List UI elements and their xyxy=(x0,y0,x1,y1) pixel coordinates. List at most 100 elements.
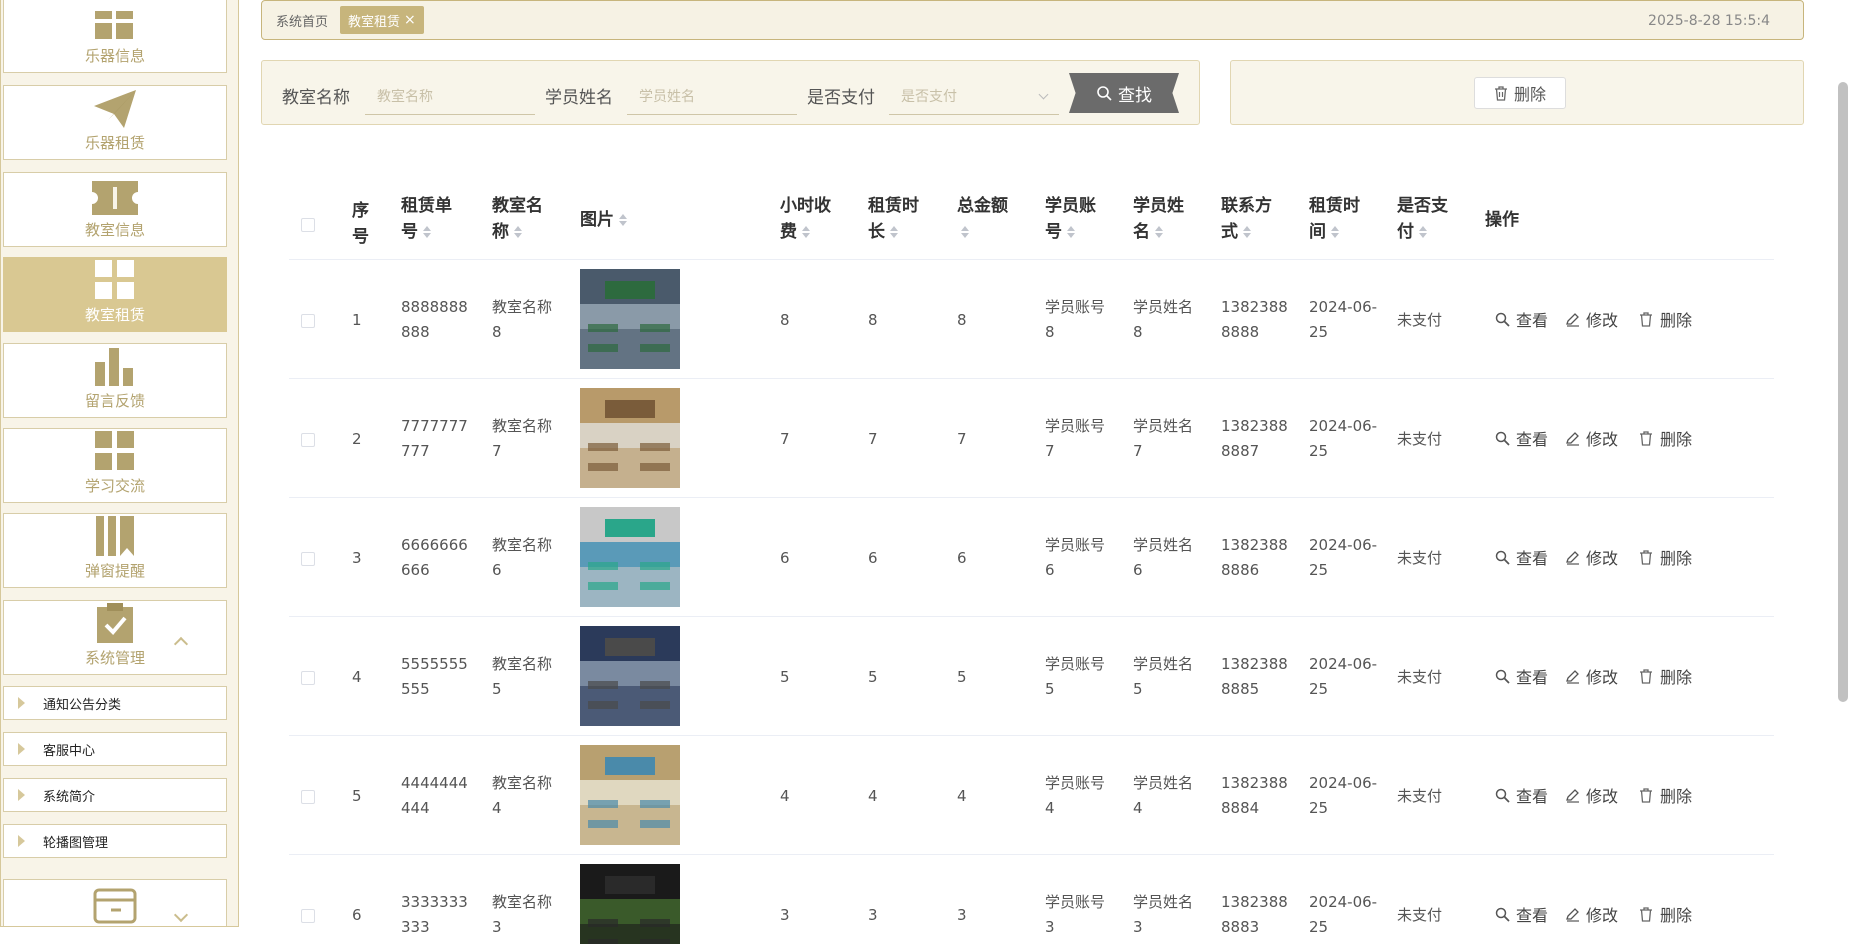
cell-time: 2024-06- 25 xyxy=(1309,774,1378,817)
student-name-input[interactable]: 学员姓名 xyxy=(627,79,797,115)
cell-total: 4 xyxy=(957,787,967,805)
room-name-input[interactable]: 教室名称 xyxy=(365,79,535,115)
chevron-down-icon[interactable] xyxy=(173,907,189,923)
table-row: 3 6666666 666 教室名称 6 6 6 6 学员账号 6 学员姓名 6 1382388 8886… xyxy=(289,499,1774,617)
sidebar-item-system-management[interactable]: 系统管理 xyxy=(3,600,227,675)
row-checkbox[interactable] xyxy=(301,671,315,685)
tab-label: 教室租赁 xyxy=(348,14,401,30)
sidebar-item-classroom-info[interactable]: 教室信息 xyxy=(3,172,227,247)
caret-right-icon xyxy=(18,743,25,755)
view-button[interactable]: 查看 xyxy=(1495,902,1548,926)
sort-icon xyxy=(890,226,898,238)
view-label: 查看 xyxy=(1516,668,1549,687)
delete-button[interactable]: 删除 xyxy=(1639,545,1692,569)
cell-index: 4 xyxy=(352,668,362,686)
header-phone[interactable]: 联系方式 xyxy=(1221,193,1272,245)
paper-plane-icon xyxy=(94,90,136,128)
chevron-up-icon[interactable] xyxy=(173,636,189,652)
edit-button[interactable]: 修改 xyxy=(1565,902,1618,926)
classroom-image xyxy=(580,626,680,726)
search-icon xyxy=(1495,550,1510,565)
delete-button[interactable]: 删除 xyxy=(1639,902,1692,926)
edit-icon xyxy=(1566,312,1579,327)
view-button[interactable]: 查看 xyxy=(1495,426,1548,450)
sidebar-item-feedback[interactable]: 留言反馈 xyxy=(3,343,227,418)
select-all-checkbox[interactable] xyxy=(301,218,315,232)
cell-phone: 1382388 8886 xyxy=(1221,536,1288,579)
sidebar-item-classroom-rental[interactable]: 教室租赁 xyxy=(3,257,227,332)
search-icon xyxy=(1495,431,1510,446)
header-image[interactable]: 图片 xyxy=(580,207,627,233)
breadcrumb-home[interactable]: 系统首页 xyxy=(276,11,328,30)
sidebar-item-instrument-rental[interactable]: 乐器租赁 xyxy=(3,85,227,160)
sidebar-item-study-exchange[interactable]: 学习交流 xyxy=(3,428,227,503)
scrollbar[interactable] xyxy=(1838,82,1848,702)
cell-room: 教室名称 3 xyxy=(492,893,553,936)
sidebar-item-label: 乐器信息 xyxy=(84,47,145,65)
delete-label: 删除 xyxy=(1660,549,1693,568)
sidebar-item-more[interactable] xyxy=(3,879,227,926)
cell-phone: 1382388 8883 xyxy=(1221,893,1288,936)
header-order-no[interactable]: 租赁单号 xyxy=(401,193,452,245)
row-checkbox[interactable] xyxy=(301,433,315,447)
header-index[interactable]: 序号 xyxy=(352,198,369,250)
header-time[interactable]: 租赁时间 xyxy=(1309,193,1360,245)
header-paid[interactable]: 是否支付 xyxy=(1397,193,1448,245)
delete-button[interactable]: 删除 xyxy=(1639,426,1692,450)
chevron-down-icon xyxy=(1038,89,1049,100)
paid-select[interactable]: 是否支付 xyxy=(889,79,1059,115)
search-icon xyxy=(1495,907,1510,922)
row-checkbox[interactable] xyxy=(301,790,315,804)
cell-duration: 8 xyxy=(868,311,878,329)
delete-button[interactable]: 删除 xyxy=(1639,783,1692,807)
sub-item-notice-category[interactable]: 通知公告分类 xyxy=(3,686,227,720)
bar-chart-icon xyxy=(95,348,133,386)
header-duration[interactable]: 租赁时长 xyxy=(868,193,919,245)
edit-button[interactable]: 修改 xyxy=(1565,783,1618,807)
sidebar-item-label: 教室租赁 xyxy=(84,306,145,324)
header-hourly[interactable]: 小时收费 xyxy=(780,193,831,245)
search-icon xyxy=(1097,86,1112,101)
delete-button[interactable]: 删除 xyxy=(1639,664,1692,688)
cell-paid: 未支付 xyxy=(1397,787,1443,805)
sub-item-system-intro[interactable]: 系统简介 xyxy=(3,778,227,812)
cell-total: 6 xyxy=(957,549,967,567)
search-button[interactable]: 查找 xyxy=(1069,73,1179,113)
sidebar-item-label: 教室信息 xyxy=(84,221,145,239)
table-row: 4 5555555 555 教室名称 5 5 5 5 学员账号 5 学员姓名 5 1382388 8885… xyxy=(289,618,1774,736)
delete-button[interactable]: 删除 xyxy=(1639,307,1692,331)
row-checkbox[interactable] xyxy=(301,909,315,923)
sub-item-carousel-management[interactable]: 轮播图管理 xyxy=(3,824,227,858)
view-button[interactable]: 查看 xyxy=(1495,783,1548,807)
batch-delete-button[interactable]: 删除 xyxy=(1474,77,1566,109)
student-name-label: 学员姓名 xyxy=(545,88,613,108)
header-room[interactable]: 教室名称 xyxy=(492,193,543,245)
cell-duration: 3 xyxy=(868,906,878,924)
delete-label: 删除 xyxy=(1660,787,1693,806)
header-total[interactable]: 总金额 xyxy=(957,193,1008,245)
sidebar-item-popup-reminder[interactable]: 弹窗提醒 xyxy=(3,513,227,588)
cell-phone: 1382388 8885 xyxy=(1221,655,1288,698)
sub-item-service-center[interactable]: 客服中心 xyxy=(3,732,227,766)
cell-room: 教室名称 7 xyxy=(492,417,553,460)
close-icon[interactable]: × xyxy=(404,12,416,28)
table-row: 2 7777777 777 教室名称 7 7 7 7 学员账号 7 学员姓名 7 1382388 8887… xyxy=(289,380,1774,498)
edit-button[interactable]: 修改 xyxy=(1565,545,1618,569)
row-checkbox[interactable] xyxy=(301,552,315,566)
cell-paid: 未支付 xyxy=(1397,549,1443,567)
edit-button[interactable]: 修改 xyxy=(1565,307,1618,331)
view-button[interactable]: 查看 xyxy=(1495,664,1548,688)
cell-index: 1 xyxy=(352,311,362,329)
sort-icon xyxy=(423,226,431,238)
view-button[interactable]: 查看 xyxy=(1495,545,1548,569)
view-button[interactable]: 查看 xyxy=(1495,307,1548,331)
row-checkbox[interactable] xyxy=(301,314,315,328)
edit-button[interactable]: 修改 xyxy=(1565,664,1618,688)
edit-button[interactable]: 修改 xyxy=(1565,426,1618,450)
header-account[interactable]: 学员账号 xyxy=(1045,193,1096,245)
tab-classroom-rental[interactable]: 教室租赁 × xyxy=(340,6,424,34)
header-student[interactable]: 学员姓名 xyxy=(1133,193,1184,245)
table-row: 5 4444444 444 教室名称 4 4 4 4 学员账号 4 学员姓名 4 1382388 8884… xyxy=(289,737,1774,855)
sidebar-item-instrument-info[interactable]: 乐器信息 xyxy=(3,0,227,73)
cell-student: 学员姓名 5 xyxy=(1133,655,1194,698)
